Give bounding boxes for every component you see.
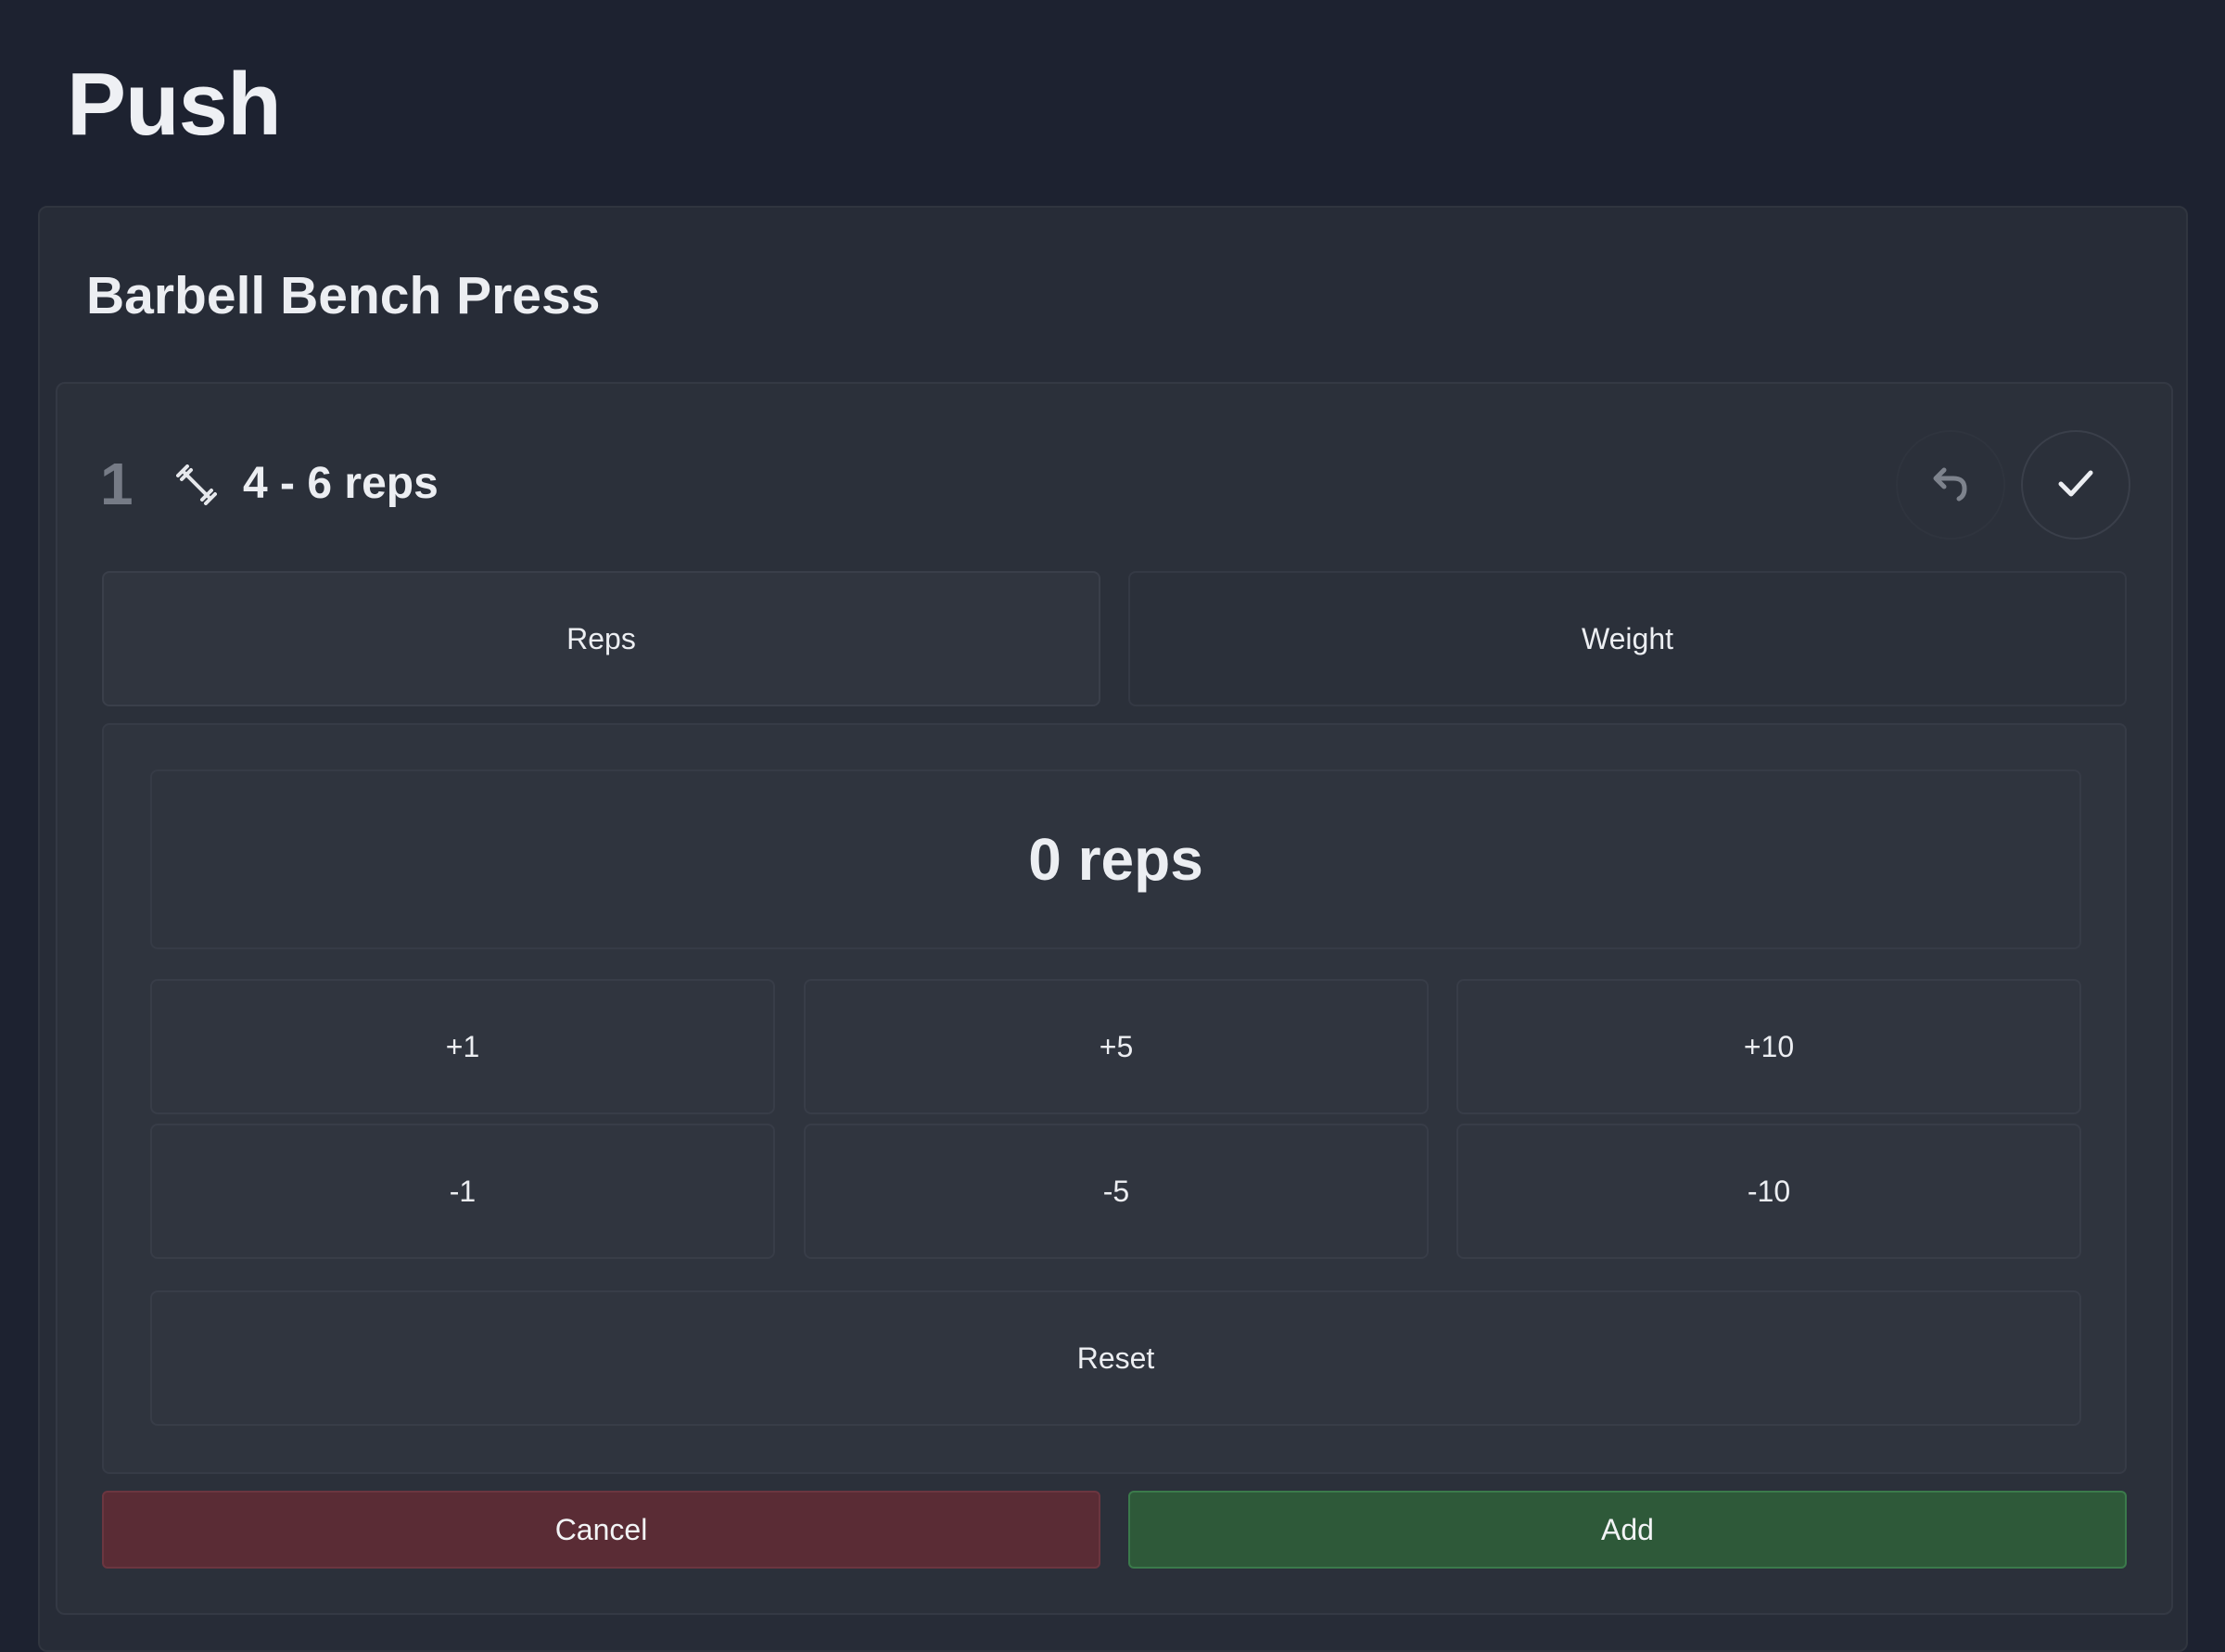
undo-button[interactable] (1896, 430, 2005, 540)
dumbbell-icon (176, 464, 217, 505)
undo-icon (1927, 460, 1974, 511)
decrement-5-button[interactable]: -5 (804, 1124, 1429, 1259)
reset-button[interactable]: Reset (150, 1290, 2081, 1426)
tab-weight[interactable]: Weight (1128, 571, 2127, 706)
exercise-card: Barbell Bench Press 1 4 - 6 reps Reps We… (38, 206, 2188, 1652)
page-title: Push (67, 55, 282, 154)
check-icon (2053, 460, 2099, 511)
set-card: 1 4 - 6 reps Reps Weight 0 reps +1 +5 +1… (56, 382, 2173, 1615)
increment-5-button[interactable]: +5 (804, 979, 1429, 1114)
tab-reps[interactable]: Reps (102, 571, 1100, 706)
rep-range: 4 - 6 reps (243, 459, 439, 508)
decrement-10-button[interactable]: -10 (1456, 1124, 2081, 1259)
add-button[interactable]: Add (1128, 1491, 2127, 1569)
increment-10-button[interactable]: +10 (1456, 979, 2081, 1114)
cancel-button[interactable]: Cancel (102, 1491, 1100, 1569)
set-number: 1 (100, 451, 134, 517)
increment-1-button[interactable]: +1 (150, 979, 775, 1114)
reps-value-display: 0 reps (150, 769, 2081, 949)
counter-panel: 0 reps +1 +5 +10 -1 -5 -10 Reset (102, 723, 2127, 1474)
confirm-button[interactable] (2021, 430, 2130, 540)
exercise-title: Barbell Bench Press (86, 266, 601, 325)
decrement-1-button[interactable]: -1 (150, 1124, 775, 1259)
